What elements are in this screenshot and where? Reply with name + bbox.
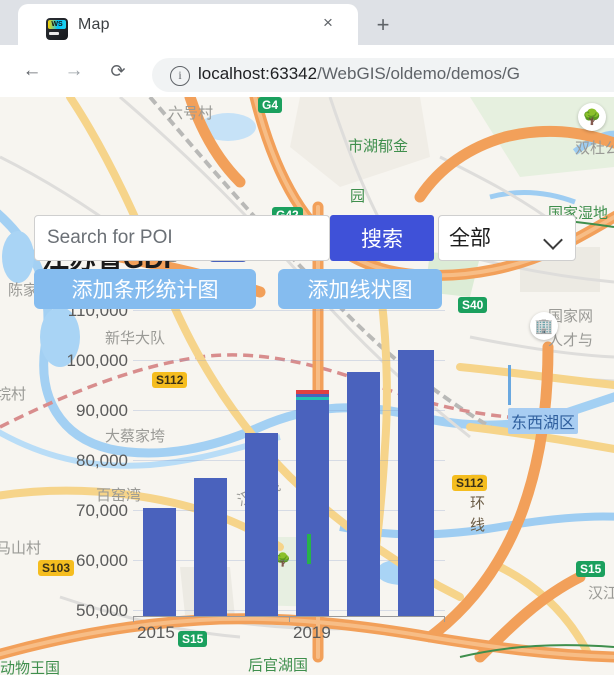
road-shield: S15 (178, 631, 208, 647)
road-shield: S103 (38, 560, 75, 576)
road-shield: S15 (576, 561, 606, 577)
info-icon[interactable]: i (170, 66, 190, 86)
tab-strip: WS Map × + (0, 0, 614, 45)
tree-poi-icon: 🌳 (274, 552, 292, 567)
building-poi-icon[interactable]: 🏢 (530, 312, 558, 340)
browser-chrome: WS Map × + ← → ⟳ i localhost:63342/WebGI… (0, 0, 614, 97)
browser-window: WS Map × + ← → ⟳ i localhost:63342/WebGI… (0, 0, 614, 675)
road-shield: S40 (458, 297, 488, 313)
back-icon[interactable]: ← (18, 57, 46, 85)
search-input[interactable] (34, 215, 330, 261)
close-icon[interactable]: × (318, 13, 338, 33)
forward-icon[interactable]: → (60, 57, 88, 85)
reload-icon[interactable]: ⟳ (104, 57, 132, 85)
road-shield: S112 (152, 372, 188, 388)
url-path: /WebGIS/oldemo/demos/G (317, 64, 520, 83)
new-tab-button[interactable]: + (370, 12, 396, 38)
category-select[interactable]: 全部 (438, 215, 576, 261)
district-label: 东西湖区 (508, 408, 579, 434)
road-shield: S112 (452, 475, 488, 491)
tab-title: Map (78, 16, 110, 33)
address-bar-url: localhost:63342/WebGIS/oldemo/demos/G (198, 64, 520, 84)
road-shield: G4 (258, 97, 283, 113)
map-vector-layer (0, 97, 614, 675)
add-line-chart-button[interactable]: 添加线状图 (278, 269, 442, 309)
webstorm-icon: WS (46, 18, 68, 40)
browser-tab-map[interactable]: WS Map (18, 4, 358, 45)
map-canvas[interactable]: 六号村 陈家台 新华大队 垸村 大蔡家垮 百窑湾 马山村 动物王国 后官湖国 魏… (0, 97, 614, 675)
search-button[interactable]: 搜索 (330, 215, 434, 261)
url-host: localhost:63342 (198, 64, 318, 83)
add-bar-chart-button[interactable]: 添加条形统计图 (34, 269, 256, 309)
park-poi-icon[interactable]: 🌳 (578, 103, 606, 131)
